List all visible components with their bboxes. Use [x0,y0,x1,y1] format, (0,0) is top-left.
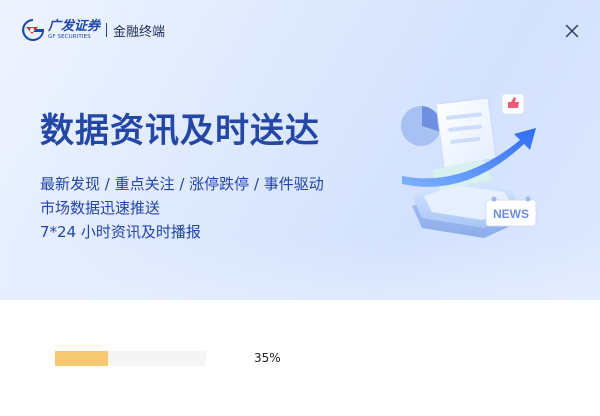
feature-line-3: 7*24 小时资讯及时播报 [40,223,201,241]
logo-divider [106,23,108,37]
progress-bar-fill [55,351,108,366]
close-icon [565,24,579,38]
progress-bar [55,351,206,366]
news-badge-label: NEWS [493,207,529,221]
headline: 数据资讯及时送达 [40,111,320,151]
splash-banner: 广发证券 GF SECURITIES 金融终端 数据资讯及时送达 最新发现 / … [0,0,600,300]
news-illustration: NEWS [400,93,537,238]
product-name: 金融终端 [113,24,166,40]
brand-name-cn: 广发证券 [48,18,101,34]
brand-name-en: GF SECURITIES [48,33,91,40]
feature-line-2: 市场数据迅速推送 [40,199,161,217]
close-button[interactable] [562,21,582,41]
feature-line-1: 最新发现 / 重点关注 / 涨停跌停 / 事件驱动 [40,175,324,193]
brand-logo: 广发证券 GF SECURITIES 金融终端 [20,18,165,42]
gf-logo-icon [22,19,45,41]
progress-label: 35% [254,351,281,365]
